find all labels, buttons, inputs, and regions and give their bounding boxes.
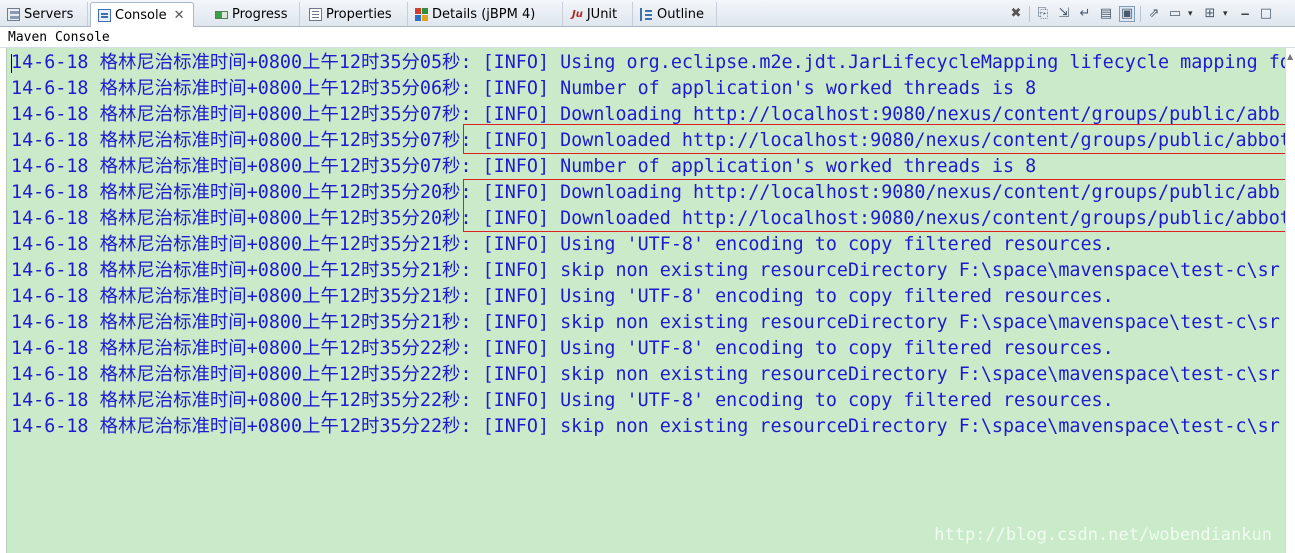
- console-line: 14-6-18 格林尼治标准时间+0800上午12时35分05秒: [INFO]…: [11, 52, 1286, 73]
- tab-label: Servers: [24, 6, 74, 22]
- watermark: http://blog.csdn.net/wobendiankun: [934, 525, 1272, 545]
- console-line: 14-6-18 格林尼治标准时间+0800上午12时35分21秒: [INFO]…: [11, 312, 1280, 333]
- properties-icon: [309, 7, 322, 21]
- console-line: 14-6-18 格林尼治标准时间+0800上午12时35分22秒: [INFO]…: [11, 390, 1114, 411]
- servers-icon: [7, 7, 20, 21]
- console-toolbar: ✖ ⎘ ⇲ ↵ ▤ ▣ ⇗ ▭ ▾ ⊞ ▾ − □: [1008, 2, 1274, 25]
- details-icon: [415, 7, 428, 21]
- display-selected-console-icon[interactable]: ▭: [1167, 6, 1183, 22]
- tab-properties[interactable]: Properties: [302, 2, 408, 26]
- maximize-icon[interactable]: □: [1258, 6, 1274, 22]
- tab-details-jbpm[interactable]: Details (jBPM 4): [408, 2, 563, 26]
- console-line: 14-6-18 格林尼治标准时间+0800上午12时35分21秒: [INFO]…: [11, 234, 1114, 255]
- tab-label: Console: [115, 7, 167, 23]
- clear-console-icon[interactable]: ⎘: [1035, 6, 1051, 22]
- tab-label: Properties: [326, 6, 392, 22]
- console-line: 14-6-18 格林尼治标准时间+0800上午12时35分20秒: [INFO]…: [11, 208, 1286, 229]
- console-line: 14-6-18 格林尼治标准时间+0800上午12时35分07秒: [INFO]…: [11, 104, 1280, 125]
- text-caret: [11, 54, 12, 73]
- tab-junit[interactable]: Ju JUnit: [565, 2, 633, 26]
- vertical-scrollbar[interactable]: ▲: [1285, 48, 1295, 553]
- tab-label: Details (jBPM 4): [432, 6, 536, 22]
- toolbar-separator: [1140, 5, 1141, 22]
- console-line: 14-6-18 格林尼治标准时间+0800上午12时35分07秒: [INFO]…: [11, 156, 1037, 177]
- minimize-icon[interactable]: −: [1237, 6, 1253, 22]
- chevron-down-icon[interactable]: ▾: [1223, 9, 1232, 19]
- console-line: 14-6-18 格林尼治标准时间+0800上午12时35分22秒: [INFO]…: [11, 338, 1114, 359]
- pin-console-icon[interactable]: ▣: [1119, 5, 1135, 22]
- console-title: Maven Console: [0, 27, 1295, 48]
- tab-progress[interactable]: Progress: [208, 2, 300, 26]
- word-wrap-icon[interactable]: ↵: [1077, 6, 1093, 22]
- show-console-on-output-icon[interactable]: ▤: [1098, 6, 1114, 22]
- tab-servers[interactable]: Servers: [0, 2, 88, 26]
- new-console-icon[interactable]: ⊞: [1202, 6, 1218, 22]
- view-tab-bar: Servers Console ✕ Progress Properties De…: [0, 0, 1295, 27]
- tab-console[interactable]: Console ✕: [90, 2, 194, 27]
- toolbar-separator: [1029, 5, 1030, 22]
- console-line: 14-6-18 格林尼治标准时间+0800上午12时35分20秒: [INFO]…: [11, 182, 1280, 203]
- console-lines: 14-6-18 格林尼治标准时间+0800上午12时35分05秒: [INFO]…: [11, 50, 1286, 440]
- console-line: 14-6-18 格林尼治标准时间+0800上午12时35分22秒: [INFO]…: [11, 364, 1280, 385]
- chevron-down-icon[interactable]: ▾: [1188, 9, 1197, 19]
- console-output[interactable]: 14-6-18 格林尼治标准时间+0800上午12时35分05秒: [INFO]…: [6, 48, 1286, 553]
- tab-label: JUnit: [586, 6, 618, 22]
- console-line: 14-6-18 格林尼治标准时间+0800上午12时35分06秒: [INFO]…: [11, 78, 1037, 99]
- scroll-lock-icon[interactable]: ⇲: [1056, 6, 1072, 22]
- console-line: 14-6-18 格林尼治标准时间+0800上午12时35分21秒: [INFO]…: [11, 260, 1280, 281]
- close-icon[interactable]: ✕: [174, 8, 185, 23]
- progress-icon: [215, 11, 228, 19]
- outline-icon: [640, 7, 653, 21]
- tab-label: Progress: [232, 6, 288, 22]
- remove-launch-icon[interactable]: ✖: [1008, 6, 1024, 22]
- chevron-up-icon[interactable]: ▲: [1287, 52, 1293, 61]
- console-icon: [98, 8, 111, 22]
- junit-icon: Ju: [572, 8, 583, 20]
- tab-outline[interactable]: Outline: [633, 2, 717, 26]
- console-line: 14-6-18 格林尼治标准时间+0800上午12时35分07秒: [INFO]…: [11, 130, 1286, 151]
- open-console-icon[interactable]: ⇗: [1146, 6, 1162, 22]
- tab-label: Outline: [657, 6, 705, 22]
- console-line: 14-6-18 格林尼治标准时间+0800上午12时35分21秒: [INFO]…: [11, 286, 1114, 307]
- console-line: 14-6-18 格林尼治标准时间+0800上午12时35分22秒: [INFO]…: [11, 416, 1280, 437]
